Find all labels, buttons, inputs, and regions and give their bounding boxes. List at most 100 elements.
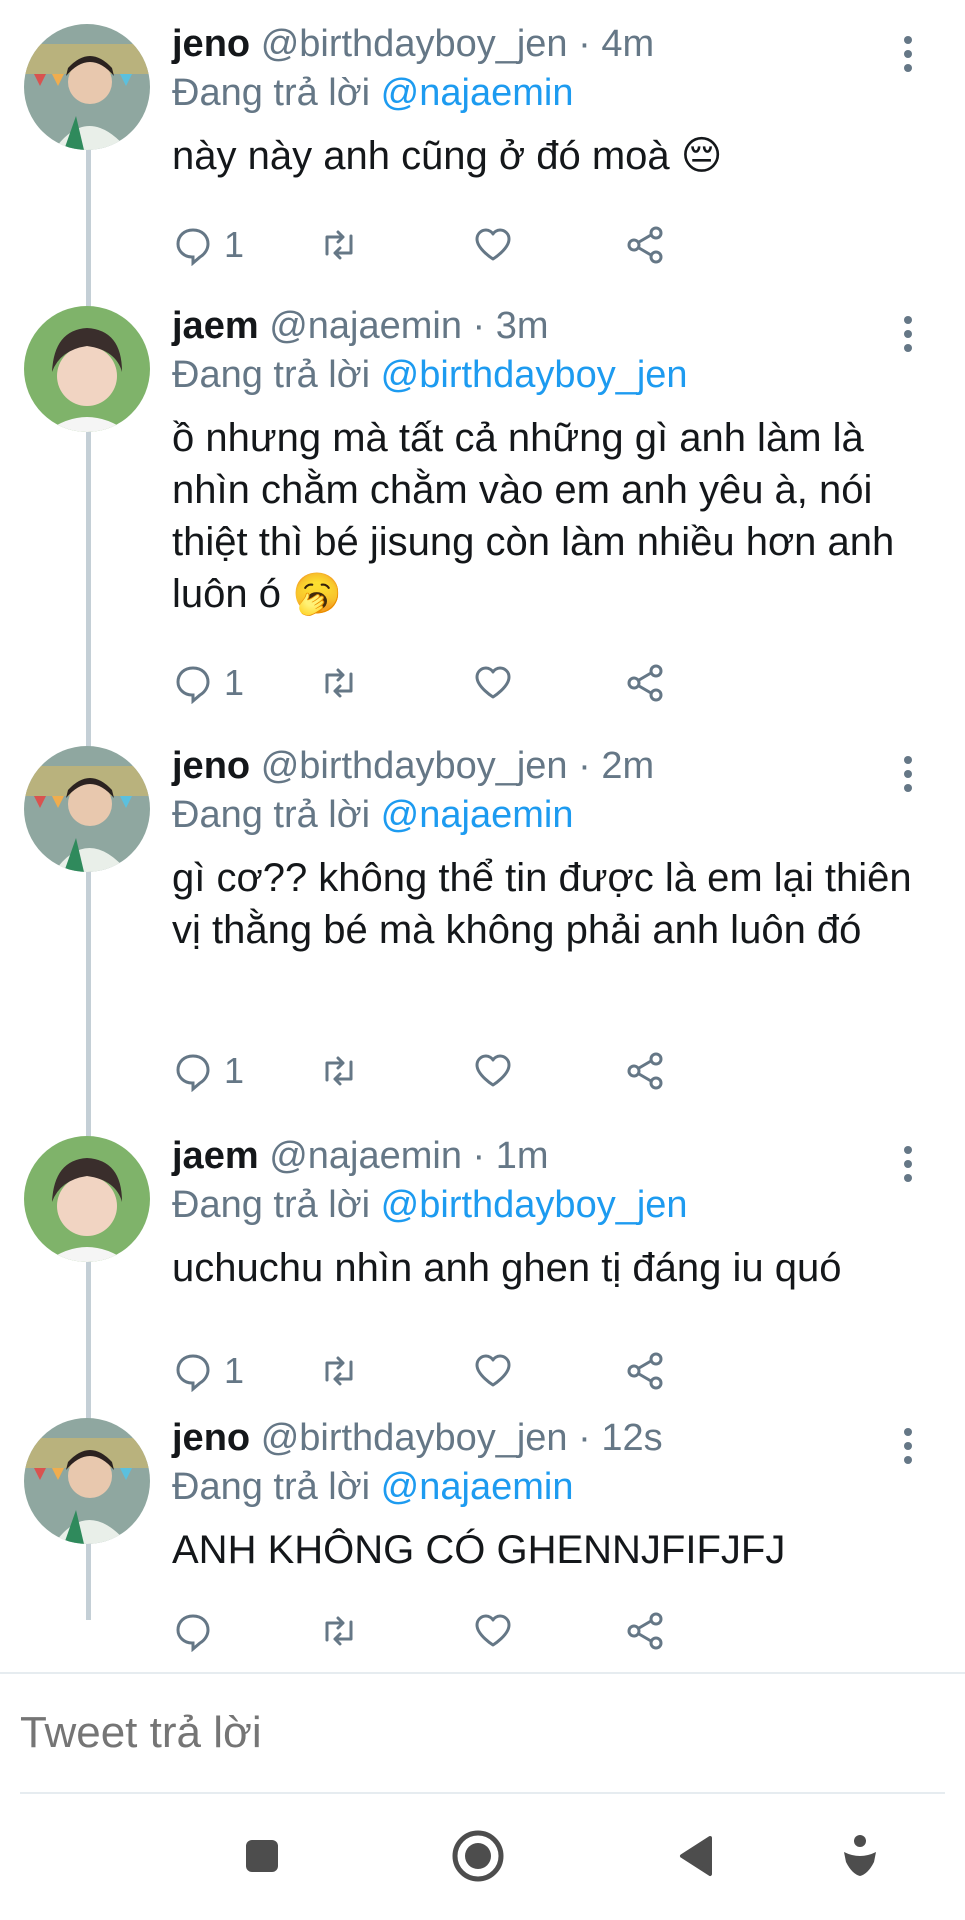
mention-link[interactable]: @birthdayboy_jen <box>381 1184 688 1226</box>
display-name[interactable]: jaem <box>172 1135 259 1177</box>
retweet-button[interactable] <box>318 1050 360 1092</box>
tweet-header: jeno @birthdayboy_jen · 2m <box>172 742 925 790</box>
timestamp: · 3m <box>472 305 549 347</box>
tweet-text: này này anh cũng ở đó moà 😔 <box>172 134 723 178</box>
avatar[interactable] <box>24 1136 150 1262</box>
more-vert-icon[interactable] <box>903 756 913 798</box>
reply-compose-bar <box>0 1672 965 1796</box>
like-button[interactable] <box>472 1610 514 1652</box>
reply-icon <box>176 1614 210 1652</box>
retweet-button[interactable] <box>318 1610 360 1652</box>
tweet[interactable]: jaem @najaemin · 3m Đang trả lời @birthd… <box>0 290 965 730</box>
timestamp: · 4m <box>578 23 655 65</box>
square-icon[interactable] <box>232 1826 292 1886</box>
reply-button[interactable]: 1 <box>172 224 244 266</box>
mention-link[interactable]: @birthdayboy_jen <box>381 354 688 396</box>
mention-link[interactable]: @najaemin <box>381 72 574 114</box>
share-button[interactable] <box>624 1050 666 1092</box>
timestamp: · 12s <box>578 1417 663 1459</box>
avatar-jaem-image <box>24 306 150 432</box>
share-icon <box>627 1352 663 1390</box>
reply-button[interactable]: 1 <box>172 662 244 704</box>
reply-count: 1 <box>224 662 245 703</box>
replying-label: Đang trả lời <box>172 354 371 396</box>
share-button[interactable] <box>624 1610 666 1652</box>
reply-icon <box>176 666 210 704</box>
reply-icon <box>176 1354 210 1392</box>
replying-label: Đang trả lời <box>172 1184 371 1226</box>
share-icon <box>627 664 663 702</box>
heart-icon <box>475 666 511 699</box>
replying-to: Đang trả lời @najaemin <box>172 790 925 840</box>
accessibility-icon[interactable] <box>830 1826 890 1886</box>
handle: @najaemin <box>269 305 462 347</box>
retweet-button[interactable] <box>318 1350 360 1392</box>
system-nav-bar <box>0 1794 965 1920</box>
back-triangle-icon[interactable] <box>666 1826 726 1886</box>
heart-icon <box>475 228 511 261</box>
reply-input[interactable] <box>20 1702 940 1764</box>
tweet-text: uchuchu nhìn anh ghen tị đáng iu quó <box>172 1246 842 1290</box>
replying-to: Đang trả lời @najaemin <box>172 68 925 118</box>
replying-label: Đang trả lời <box>172 1466 371 1508</box>
reply-count: 1 <box>224 224 245 265</box>
reply-button[interactable]: 1 <box>172 1350 244 1392</box>
timestamp: · 1m <box>472 1135 549 1177</box>
avatar[interactable] <box>24 306 150 432</box>
reply-button[interactable]: 1 <box>172 1050 244 1092</box>
display-name[interactable]: jeno <box>172 1417 250 1459</box>
retweet-icon <box>325 668 353 698</box>
replying-label: Đang trả lời <box>172 72 371 114</box>
reply-icon <box>176 228 210 266</box>
tweet[interactable]: jeno @birthdayboy_jen · 4m Đang trả lời … <box>0 0 965 290</box>
share-button[interactable] <box>624 1350 666 1392</box>
like-button[interactable] <box>472 1350 514 1392</box>
retweet-icon <box>325 1056 353 1086</box>
like-button[interactable] <box>472 1050 514 1092</box>
handle: @birthdayboy_jen <box>260 23 568 65</box>
avatar[interactable] <box>24 24 150 150</box>
retweet-icon <box>325 1356 353 1386</box>
tweet-header: jaem @najaemin · 3m <box>172 302 925 350</box>
share-icon <box>627 226 663 264</box>
replying-label: Đang trả lời <box>172 794 371 836</box>
heart-icon <box>475 1054 511 1087</box>
more-vert-icon[interactable] <box>903 1428 913 1470</box>
display-name[interactable]: jeno <box>172 23 250 65</box>
share-button[interactable] <box>624 662 666 704</box>
handle: @birthdayboy_jen <box>260 1417 568 1459</box>
share-icon <box>627 1052 663 1090</box>
display-name[interactable]: jeno <box>172 745 250 787</box>
tweet-text: ANH KHÔNG CÓ GHENNJFIFJFJ <box>172 1528 786 1572</box>
display-name[interactable]: jaem <box>172 305 259 347</box>
like-button[interactable] <box>472 224 514 266</box>
retweet-button[interactable] <box>318 224 360 266</box>
replying-to: Đang trả lời @najaemin <box>172 1462 925 1512</box>
tweet-header: jeno @birthdayboy_jen · 4m <box>172 20 925 68</box>
replying-to: Đang trả lời @birthdayboy_jen <box>172 1180 925 1230</box>
avatar[interactable] <box>24 746 150 872</box>
more-vert-icon[interactable] <box>903 316 913 358</box>
more-vert-icon[interactable] <box>903 36 913 78</box>
share-button[interactable] <box>624 224 666 266</box>
avatar-jeno-image <box>24 24 150 150</box>
reply-count: 1 <box>224 1350 245 1391</box>
avatar-jaem-image <box>24 1136 150 1262</box>
heart-icon <box>475 1614 511 1647</box>
tweet-header: jeno @birthdayboy_jen · 12s <box>172 1414 925 1462</box>
tweet[interactable]: jeno @birthdayboy_jen · 12s Đang trả lời… <box>0 1402 965 1672</box>
replying-to: Đang trả lời @birthdayboy_jen <box>172 350 925 400</box>
mention-link[interactable]: @najaemin <box>381 1466 574 1508</box>
record-icon[interactable] <box>448 1826 508 1886</box>
retweet-button[interactable] <box>318 662 360 704</box>
avatar[interactable] <box>24 1418 150 1544</box>
reply-icon <box>176 1054 210 1092</box>
reply-button[interactable] <box>172 1610 224 1652</box>
tweet-text: ồ nhưng mà tất cả những gì anh làm là nh… <box>172 416 895 616</box>
like-button[interactable] <box>472 662 514 704</box>
more-vert-icon[interactable] <box>903 1146 913 1188</box>
tweet[interactable]: jeno @birthdayboy_jen · 2m Đang trả lời … <box>0 730 965 1120</box>
share-icon <box>627 1612 663 1650</box>
mention-link[interactable]: @najaemin <box>381 794 574 836</box>
tweet[interactable]: jaem @najaemin · 1m Đang trả lời @birthd… <box>0 1120 965 1402</box>
